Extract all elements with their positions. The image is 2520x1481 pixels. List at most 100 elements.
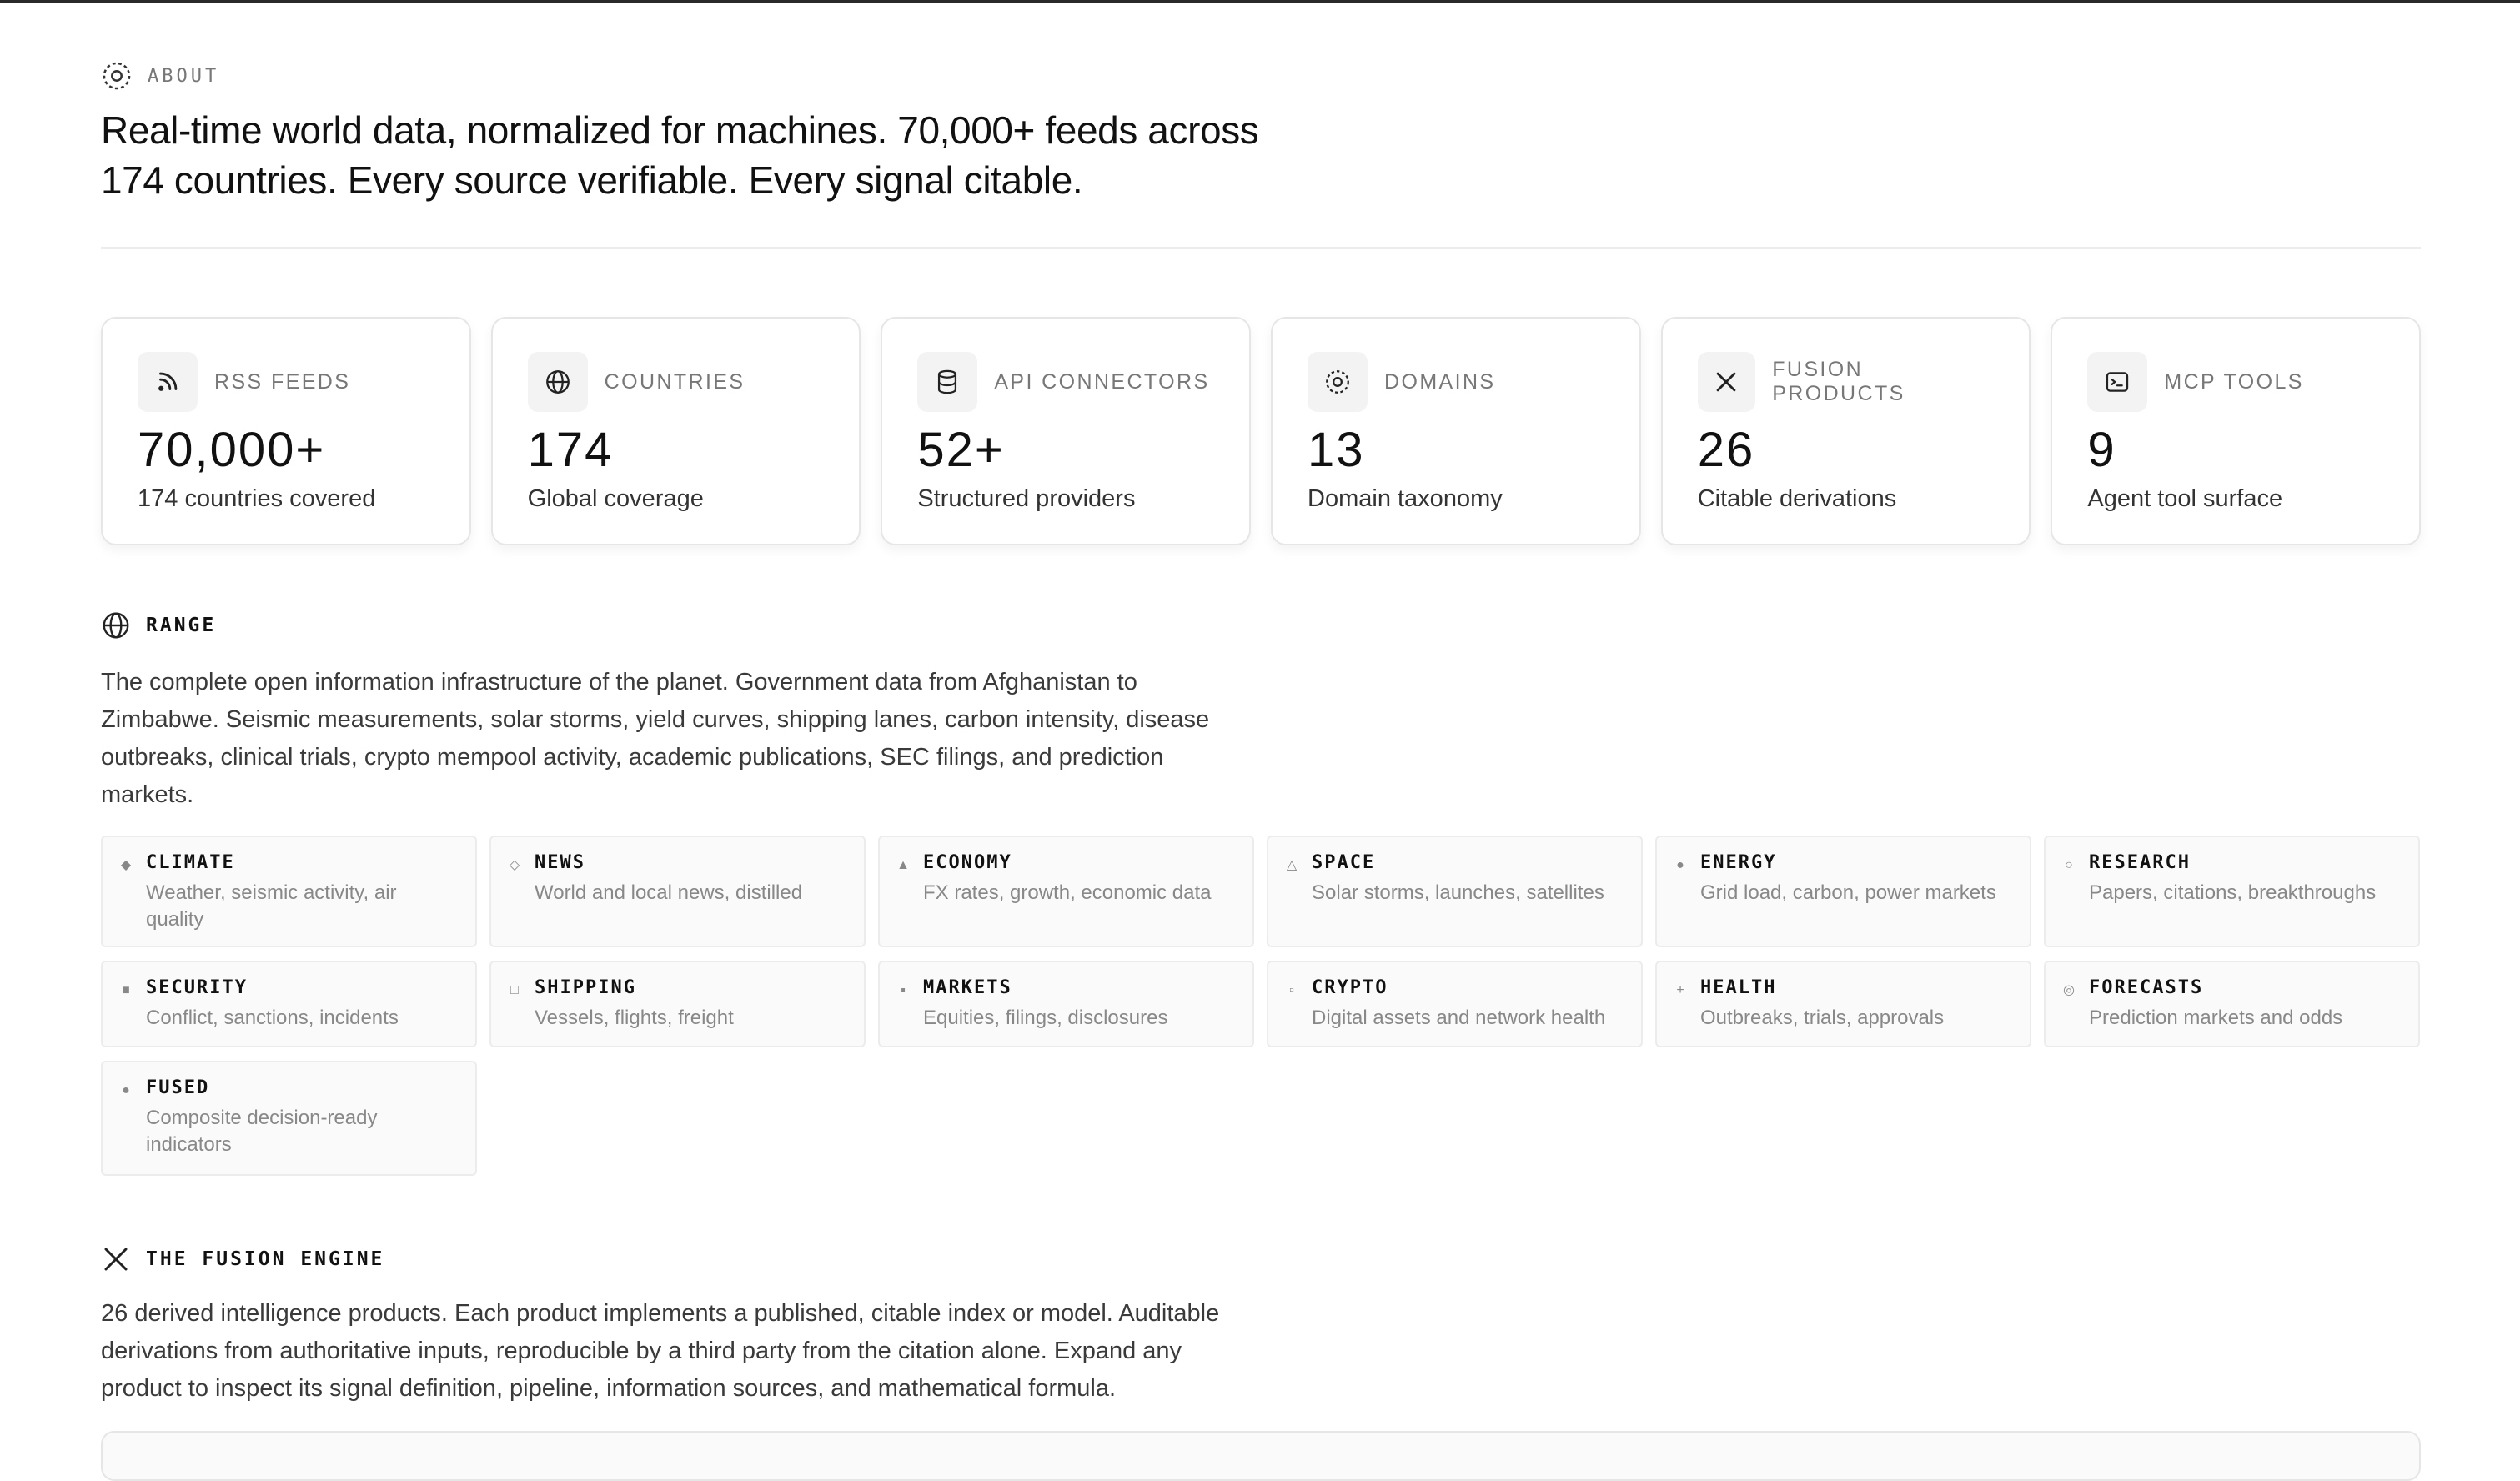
terminal-icon bbox=[2087, 352, 2148, 412]
square-outline-icon: □ bbox=[510, 983, 519, 997]
domain-name: FORECASTS bbox=[2089, 977, 2204, 998]
domain-name: ENERGY bbox=[1700, 852, 1777, 873]
stat-card-fusion-products: FUSION PRODUCTS 26 Citable derivations bbox=[1660, 317, 2031, 545]
domain-desc: World and local news, distilled bbox=[535, 881, 803, 904]
domain-desc: Digital assets and network health bbox=[1312, 1007, 1606, 1029]
domain-name: SECURITY bbox=[146, 977, 248, 998]
stat-value: 13 bbox=[1308, 423, 1365, 477]
domain-card-research[interactable]: ○ RESEARCH Papers, citations, breakthrou… bbox=[2044, 836, 2420, 947]
domain-card-forecasts[interactable]: ◎ FORECASTS Prediction markets and odds bbox=[2044, 961, 2420, 1047]
domain-card-news[interactable]: ◇ NEWS World and local news, distilled bbox=[489, 836, 866, 947]
stat-label: DOMAINS bbox=[1384, 369, 1496, 394]
plus-icon: + bbox=[1676, 983, 1684, 997]
stat-value: 26 bbox=[1697, 423, 1755, 477]
domain-card-health[interactable]: + HEALTH Outbreaks, trials, approvals bbox=[1655, 961, 2031, 1047]
about-header: ABOUT bbox=[101, 60, 219, 92]
stat-value: 174 bbox=[527, 423, 614, 477]
stats-row: RSS FEEDS 70,000+ 174 countries covered … bbox=[101, 317, 2422, 545]
circle-outline-icon: ○ bbox=[2065, 858, 2073, 872]
fusion-description: 26 derived intelligence products. Each p… bbox=[101, 1295, 1385, 1408]
stat-card-rss-feeds: RSS FEEDS 70,000+ 174 countries covered bbox=[101, 317, 471, 545]
domain-name: SHIPPING bbox=[535, 977, 636, 998]
stat-sub: Citable derivations bbox=[1697, 485, 1897, 512]
domain-card-crypto[interactable]: ▫ CRYPTO Digital assets and network heal… bbox=[1267, 961, 1643, 1047]
rss-icon bbox=[138, 352, 198, 412]
domain-name: RESEARCH bbox=[2089, 852, 2191, 873]
globe-icon bbox=[527, 352, 588, 412]
domain-desc: Papers, citations, breakthroughs bbox=[2089, 881, 2377, 904]
stat-card-domains: DOMAINS 13 Domain taxonomy bbox=[1271, 317, 1641, 545]
domain-card-space[interactable]: △ SPACE Solar storms, launches, satellit… bbox=[1267, 836, 1643, 947]
fusion-line: derivations from authoritative inputs, r… bbox=[101, 1338, 1182, 1364]
domain-card-shipping[interactable]: □ SHIPPING Vessels, flights, freight bbox=[489, 961, 866, 1047]
domain-desc: Grid load, carbon, power markets bbox=[1700, 881, 1996, 904]
domain-desc: Composite decision-ready indicators bbox=[146, 1107, 378, 1156]
headline-line: 174 countries. Every source verifiable. … bbox=[101, 158, 1083, 202]
domain-desc: Conflict, sanctions, incidents bbox=[146, 1007, 399, 1029]
domain-name: FUSED bbox=[146, 1077, 210, 1098]
fusion-products-panel bbox=[101, 1431, 2421, 1481]
domain-card-fused[interactable]: ● FUSED Composite decision-ready indicat… bbox=[101, 1061, 477, 1176]
stat-sub: 174 countries covered bbox=[138, 485, 376, 512]
small-square-outline-icon: ▫ bbox=[1289, 983, 1294, 997]
domain-desc: Weather, seismic activity, air quality bbox=[146, 881, 397, 931]
domain-desc: Equities, filings, disclosures bbox=[923, 1007, 1168, 1029]
stat-sub: Agent tool surface bbox=[2087, 485, 2283, 512]
circle-filled-icon: ● bbox=[1676, 858, 1684, 872]
diamond-filled-icon: ◆ bbox=[120, 858, 132, 872]
stat-card-mcp-tools: MCP TOOLS 9 Agent tool surface bbox=[2051, 317, 2422, 545]
section-title: RANGE bbox=[146, 615, 217, 636]
page-headline: Real-time world data, normalized for mac… bbox=[101, 105, 1435, 205]
range-line: outbreaks, clinical trials, crypto mempo… bbox=[101, 744, 1164, 771]
stat-sub: Domain taxonomy bbox=[1308, 485, 1503, 512]
target-icon bbox=[101, 60, 133, 92]
domain-desc: Outbreaks, trials, approvals bbox=[1700, 1007, 1945, 1029]
range-line: markets. bbox=[101, 781, 194, 808]
domain-card-economy[interactable]: ▲ ECONOMY FX rates, growth, economic dat… bbox=[878, 836, 1254, 947]
triangle-filled-icon: ▲ bbox=[896, 858, 910, 872]
fusion-x-icon bbox=[101, 1244, 131, 1274]
about-label: ABOUT bbox=[148, 65, 220, 87]
circle-filled-icon: ● bbox=[122, 1083, 130, 1097]
headline-line: Real-time world data, normalized for mac… bbox=[101, 108, 1259, 152]
stat-sub: Structured providers bbox=[917, 485, 1136, 512]
range-description: The complete open information infrastruc… bbox=[101, 664, 1385, 814]
stat-label: MCP TOOLS bbox=[2164, 369, 2304, 394]
target-icon bbox=[1308, 352, 1368, 412]
domain-card-security[interactable]: ■ SECURITY Conflict, sanctions, incident… bbox=[101, 961, 477, 1047]
domain-name: SPACE bbox=[1312, 852, 1376, 873]
range-line: Zimbabwe. Seismic measurements, solar st… bbox=[101, 706, 1210, 733]
stat-label: RSS FEEDS bbox=[214, 369, 351, 394]
stat-card-countries: COUNTRIES 174 Global coverage bbox=[490, 317, 861, 545]
top-rule bbox=[0, 0, 2520, 3]
globe-icon bbox=[101, 610, 131, 640]
stat-label: COUNTRIES bbox=[604, 369, 745, 394]
small-square-filled-icon: ▪ bbox=[901, 983, 906, 997]
section-title: THE FUSION ENGINE bbox=[146, 1248, 385, 1270]
square-filled-icon: ■ bbox=[122, 983, 130, 997]
fusion-header: THE FUSION ENGINE bbox=[101, 1244, 384, 1274]
triangle-outline-icon: △ bbox=[1286, 858, 1298, 872]
domain-desc: Vessels, flights, freight bbox=[535, 1007, 734, 1029]
stat-label: FUSION PRODUCTS bbox=[1772, 358, 1905, 405]
domain-card-markets[interactable]: ▪ MARKETS Equities, filings, disclosures bbox=[878, 961, 1254, 1047]
domain-name: HEALTH bbox=[1700, 977, 1777, 998]
domain-desc: FX rates, growth, economic data bbox=[923, 881, 1212, 904]
stat-card-api-connectors: API CONNECTORS 52+ Structured providers bbox=[881, 317, 1252, 545]
fusion-x-icon bbox=[1697, 352, 1756, 412]
stat-value: 52+ bbox=[917, 423, 1005, 477]
fusion-line: 26 derived intelligence products. Each p… bbox=[101, 1300, 1220, 1327]
range-line: The complete open information infrastruc… bbox=[101, 669, 1137, 695]
diamond-outline-icon: ◇ bbox=[509, 858, 520, 872]
domain-card-climate[interactable]: ◆ CLIMATE Weather, seismic activity, air… bbox=[101, 836, 477, 947]
stat-value: 70,000+ bbox=[138, 423, 326, 477]
stat-sub: Global coverage bbox=[527, 485, 704, 512]
divider bbox=[101, 247, 2421, 249]
domain-desc: Solar storms, launches, satellites bbox=[1312, 881, 1604, 904]
range-header: RANGE bbox=[101, 610, 216, 640]
domain-card-energy[interactable]: ● ENERGY Grid load, carbon, power market… bbox=[1655, 836, 2031, 947]
domain-name: CRYPTO bbox=[1312, 977, 1388, 998]
bullseye-icon: ◎ bbox=[2063, 983, 2075, 997]
stat-value: 9 bbox=[2087, 423, 2116, 477]
domain-desc: Prediction markets and odds bbox=[2089, 1007, 2343, 1029]
